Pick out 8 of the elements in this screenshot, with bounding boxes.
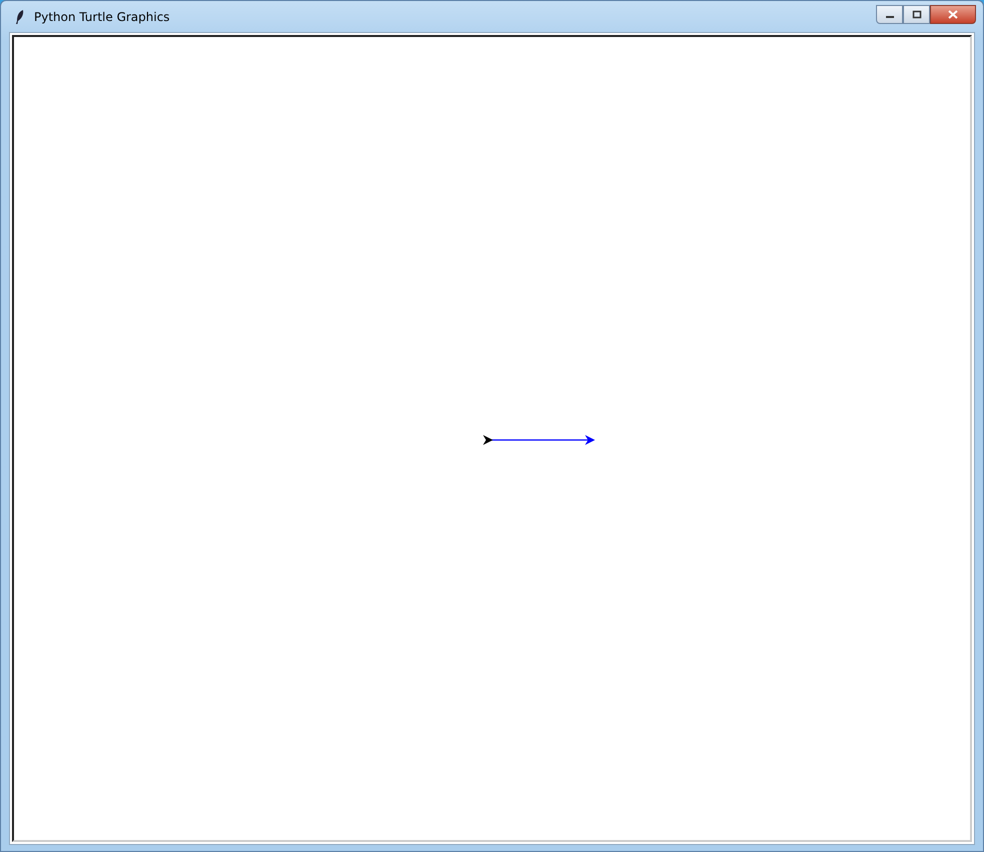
maximize-icon — [912, 10, 922, 19]
close-button[interactable] — [930, 5, 976, 24]
feather-icon — [15, 8, 25, 24]
close-icon — [948, 10, 958, 19]
minimize-button[interactable] — [876, 5, 903, 24]
turtle-arrow-icon — [483, 435, 493, 445]
maximize-button[interactable] — [903, 5, 930, 24]
window-title: Python Turtle Graphics — [34, 10, 170, 24]
